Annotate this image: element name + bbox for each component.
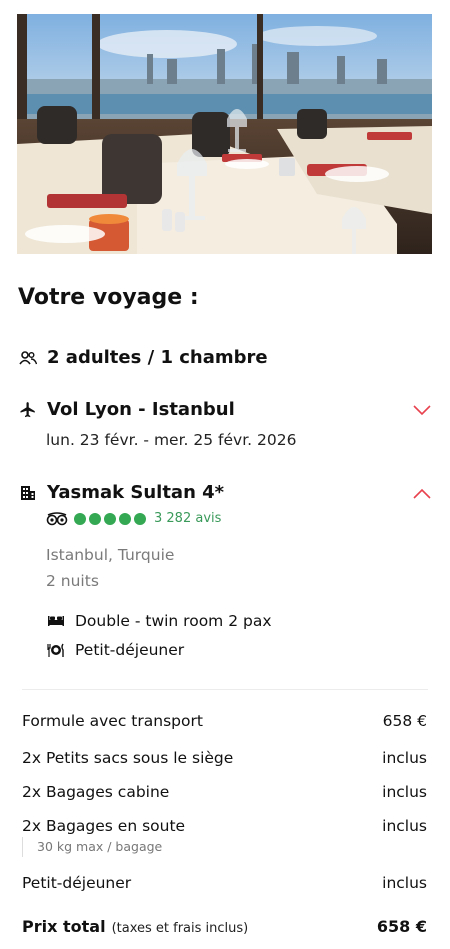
- flight-label: Vol Lyon - Istanbul: [47, 399, 235, 420]
- rating-dot: [74, 512, 86, 525]
- travellers-row: 2 adultes / 1 chambre: [18, 347, 268, 368]
- summary-row: 2x Petits sacs sous le siège inclus: [22, 749, 427, 767]
- hotel-name: Yasmak Sultan 4*: [47, 482, 225, 503]
- reviews-count: 3 282 avis: [154, 511, 222, 526]
- hotel-rating[interactable]: 3 282 avis: [46, 511, 221, 526]
- baggage-note: 30 kg max / bagage: [22, 837, 162, 857]
- hotel-toggle[interactable]: Yasmak Sultan 4*: [18, 482, 224, 503]
- room-label: Double - twin room 2 pax: [75, 612, 272, 630]
- airplane-icon: [18, 400, 38, 420]
- summary-value: inclus: [382, 817, 427, 835]
- flight-toggle[interactable]: Vol Lyon - Istanbul: [18, 399, 235, 420]
- section-divider: [22, 689, 428, 690]
- summary-value: 658 €: [382, 712, 427, 730]
- board-row: Petit-déjeuner: [46, 641, 184, 659]
- summary-label: 2x Bagages cabine: [22, 783, 170, 801]
- room-row: Double - twin room 2 pax: [46, 612, 272, 630]
- summary-row: Petit-déjeuner inclus: [22, 874, 427, 892]
- hotel-location: Istanbul, Turquie: [46, 546, 175, 564]
- summary-label: Formule avec transport: [22, 712, 203, 730]
- bed-icon: [46, 612, 66, 630]
- rating-dots: [74, 512, 146, 525]
- total-row: Prix total (taxes et frais inclus) 658 €: [22, 917, 427, 936]
- summary-row: 2x Bagages cabine inclus: [22, 783, 427, 801]
- chevron-up-icon[interactable]: [412, 488, 432, 500]
- building-icon: [18, 483, 38, 503]
- chevron-down-icon[interactable]: [412, 404, 432, 416]
- summary-label: 2x Petits sacs sous le siège: [22, 749, 234, 767]
- rating-dot: [119, 512, 131, 525]
- total-note: (taxes et frais inclus): [111, 921, 249, 936]
- board-label: Petit-déjeuner: [75, 641, 185, 659]
- summary-row: 2x Bagages en soute inclus: [22, 817, 427, 835]
- total-label: Prix total: [22, 917, 106, 936]
- rating-dot: [89, 512, 101, 525]
- travellers-label: 2 adultes / 1 chambre: [47, 347, 268, 368]
- total-value: 658 €: [376, 917, 427, 936]
- trip-title: Votre voyage :: [18, 285, 199, 310]
- summary-value: inclus: [382, 783, 427, 801]
- summary-label: Petit-déjeuner: [22, 874, 132, 892]
- flight-dates: lun. 23 févr. - mer. 25 févr. 2026: [46, 431, 297, 449]
- hotel-photo: [17, 14, 432, 254]
- meal-icon: [46, 641, 66, 659]
- summary-value: inclus: [382, 874, 427, 892]
- rating-dot: [104, 512, 116, 525]
- rating-dot: [134, 512, 146, 525]
- tripadvisor-icon: [46, 511, 68, 525]
- hotel-nights: 2 nuits: [46, 572, 99, 590]
- summary-label: 2x Bagages en soute: [22, 817, 186, 835]
- summary-value: inclus: [382, 749, 427, 767]
- people-icon: [18, 348, 38, 368]
- summary-row: Formule avec transport 658 €: [22, 712, 427, 730]
